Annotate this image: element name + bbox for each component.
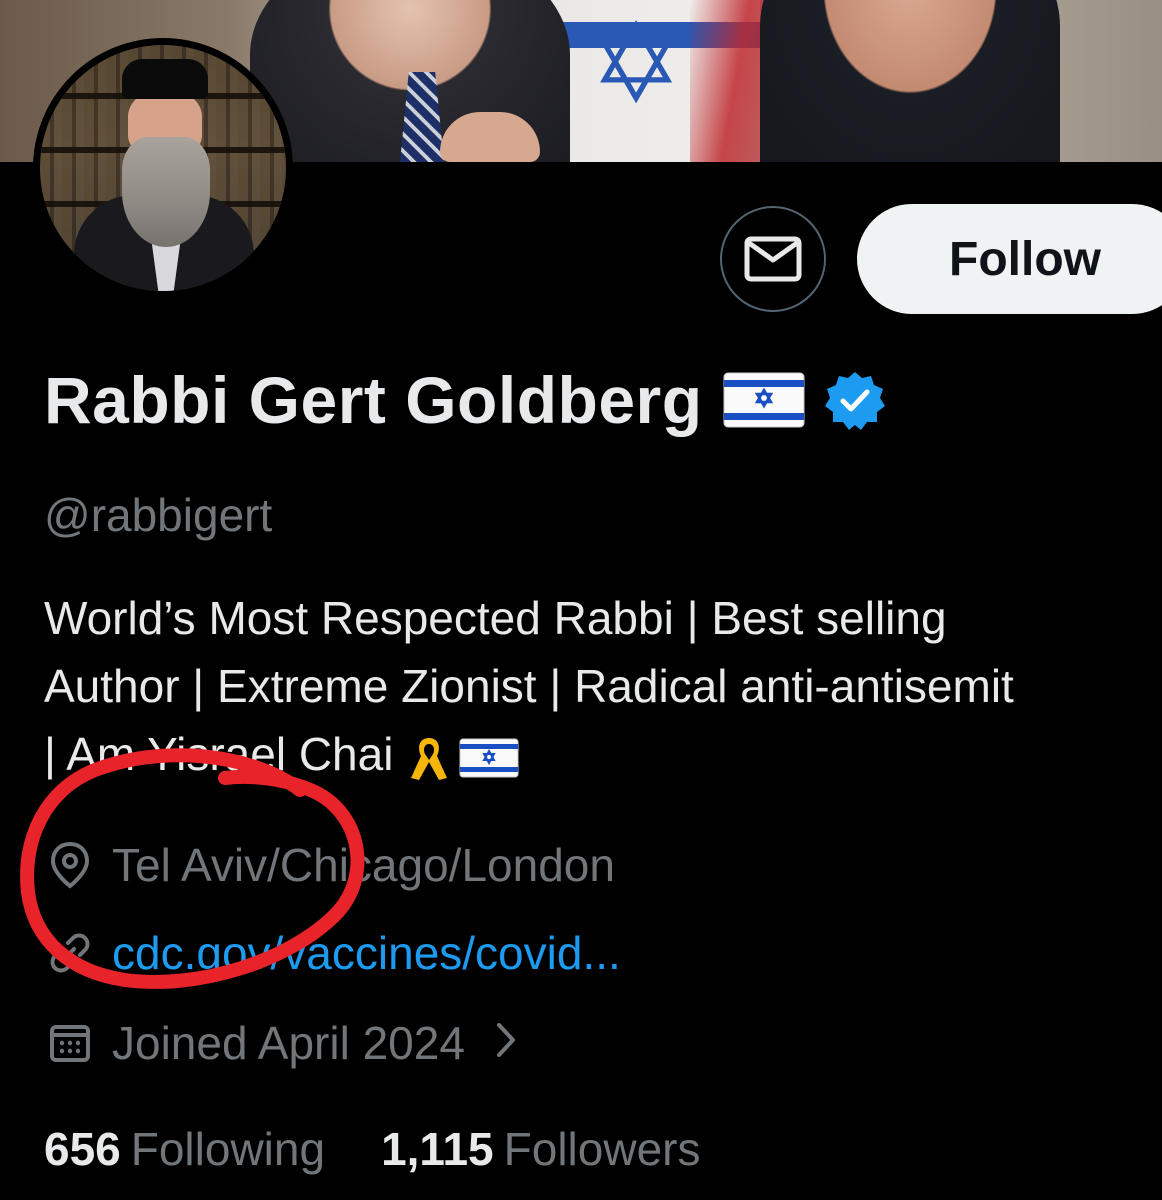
following-label: Following <box>130 1123 326 1175</box>
bio-line-1: World’s Most Respected Rabbi | Best sell… <box>44 592 947 644</box>
message-button[interactable] <box>720 206 826 312</box>
envelope-icon <box>744 236 802 282</box>
verified-badge-icon[interactable] <box>824 370 885 430</box>
banner-person-right <box>760 0 1060 162</box>
followers-stat[interactable]: 1,115 Followers <box>381 1122 700 1176</box>
followers-label: Followers <box>503 1123 701 1175</box>
following-stat[interactable]: 656 Following <box>44 1122 325 1176</box>
bio-line-3: | Am Yisrael Chai <box>44 720 1162 788</box>
israel-flag-emoji <box>459 738 519 778</box>
calendar-icon <box>44 1017 96 1069</box>
website-link[interactable]: cdc.gov/vaccines/covid... <box>112 926 621 980</box>
following-count: 656 <box>44 1123 121 1175</box>
map-pin-icon <box>44 839 96 891</box>
bio-emojis <box>407 734 519 782</box>
location-text: Tel Aviv/Chicago/London <box>112 839 615 891</box>
bio-line-3-text: | Am Yisrael Chai <box>44 728 394 780</box>
israel-flag-emoji <box>723 372 805 428</box>
joined-row[interactable]: Joined April 2024 <box>44 1016 517 1070</box>
display-name: Rabbi Gert Goldberg <box>44 363 703 437</box>
follow-button-label: Follow <box>949 232 1101 286</box>
follow-button[interactable]: Follow <box>857 204 1162 314</box>
joined-text: Joined April 2024 <box>112 1017 465 1069</box>
display-name-row: Rabbi Gert Goldberg <box>44 362 885 438</box>
avatar-photo <box>40 45 286 291</box>
link-icon <box>44 927 96 979</box>
user-handle: @rabbigert <box>44 489 273 541</box>
yellow-ribbon-emoji <box>411 737 448 780</box>
website-row[interactable]: cdc.gov/vaccines/covid... <box>44 926 621 980</box>
follow-stats: 656 Following 1,115 Followers <box>44 1122 756 1176</box>
bio: World’s Most Respected Rabbi | Best sell… <box>44 584 1162 788</box>
location-row: Tel Aviv/Chicago/London <box>44 838 615 892</box>
bio-line-2: Author | Extreme Zionist | Radical anti-… <box>44 660 1014 712</box>
avatar[interactable] <box>33 38 293 298</box>
followers-count: 1,115 <box>381 1123 494 1175</box>
chevron-right-icon[interactable] <box>495 1016 517 1070</box>
